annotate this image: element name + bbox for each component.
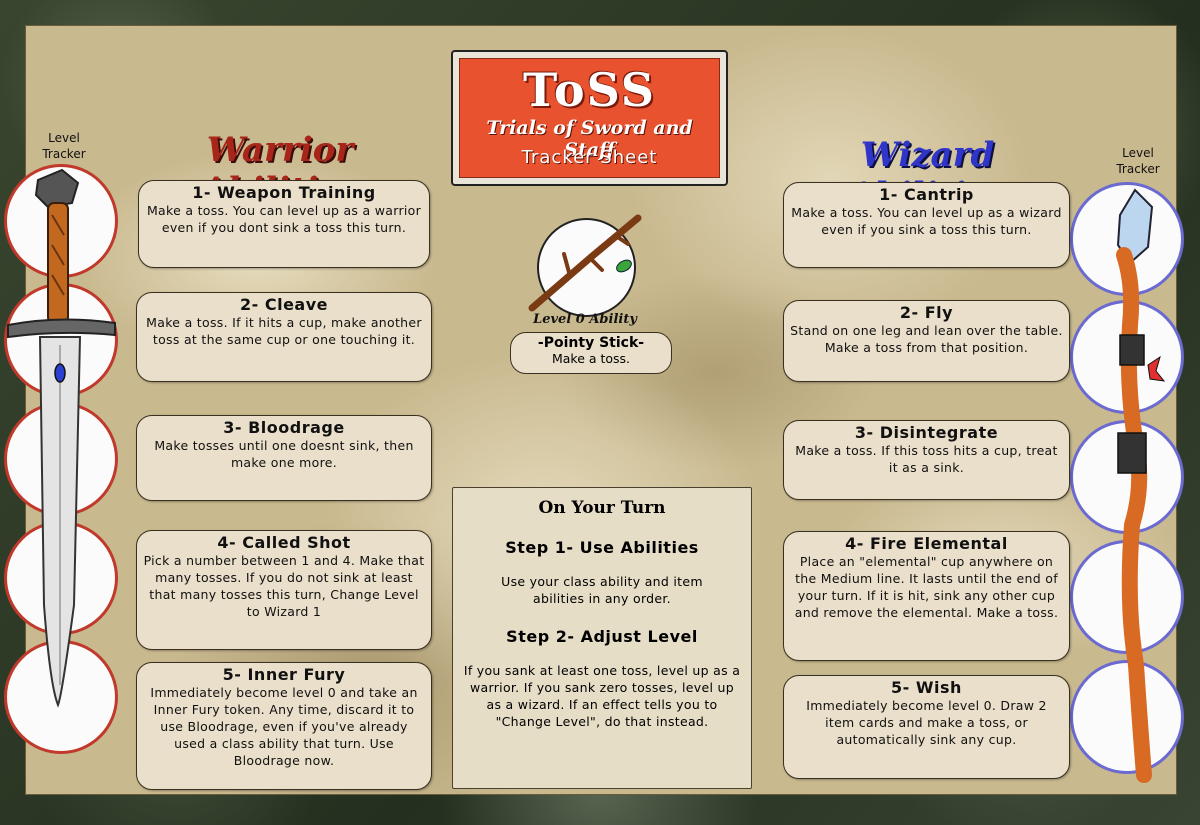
wizard-ability-2[interactable]: 2- Fly Stand on one leg and lean over th… <box>783 300 1070 382</box>
warrior-ability-2[interactable]: 2- Cleave Make a toss. If it hits a cup,… <box>136 292 432 382</box>
sheet-label: Tracker Sheet <box>521 147 658 168</box>
step-1-title: Step 1- Use Abilities <box>505 538 699 557</box>
level-0-ability[interactable]: -Pointy Stick- Make a toss. <box>510 332 672 374</box>
ability-title: 3- Bloodrage <box>223 418 345 437</box>
ability-text: Immediately become level 0 and take an I… <box>150 685 418 768</box>
ability-title: -Pointy Stick- <box>537 335 645 351</box>
ability-text: Make a toss. You can level up as a wizar… <box>791 205 1062 237</box>
warrior-ability-1[interactable]: 1- Weapon Training Make a toss. You can … <box>138 180 430 268</box>
warrior-tracker-label: Level Tracker <box>42 131 86 161</box>
stick-icon <box>528 214 642 312</box>
step-1-text: Use your class ability and item abilitie… <box>501 574 703 606</box>
ability-title: 5- Wish <box>891 678 962 697</box>
staff-icon <box>1116 188 1166 783</box>
warrior-ability-4[interactable]: 4- Called Shot Pick a number between 1 a… <box>136 530 432 650</box>
turn-box: On Your Turn Step 1- Use Abilities Use y… <box>452 487 752 789</box>
ability-title: 4- Fire Elemental <box>845 534 1008 553</box>
ability-title: 1- Weapon Training <box>192 183 376 202</box>
step-2-title: Step 2- Adjust Level <box>506 627 698 646</box>
ability-title: 3- Disintegrate <box>854 423 999 442</box>
title-banner: ToSS Trials of Sword and Staff Tracker S… <box>459 58 720 178</box>
ability-text: Make a toss. If this toss hits a cup, tr… <box>795 443 1058 475</box>
ability-title: 2- Cleave <box>240 295 328 314</box>
step-2-text: If you sank at least one toss, level up … <box>463 663 741 729</box>
ability-text: Place an "elemental" cup anywhere on the… <box>794 554 1059 620</box>
sword-icon <box>7 168 116 708</box>
wizard-tracker-label: Level Tracker <box>1116 146 1160 176</box>
ability-text: Make a toss. <box>551 351 631 366</box>
ability-text: Pick a number between 1 and 4. Make that… <box>143 553 425 619</box>
game-title: ToSS <box>522 63 657 117</box>
warrior-ability-3[interactable]: 3- Bloodrage Make tosses until one doesn… <box>136 415 432 501</box>
title-box: ToSS Trials of Sword and Staff Tracker S… <box>451 50 728 186</box>
wizard-ability-4[interactable]: 4- Fire Elemental Place an "elemental" c… <box>783 531 1070 661</box>
turn-heading: On Your Turn <box>538 498 666 518</box>
ability-text: Make a toss. You can level up as a warri… <box>146 203 422 235</box>
level-0-label: Level 0 Ability <box>533 312 637 327</box>
ability-text: Stand on one leg and lean over the table… <box>790 323 1063 355</box>
ability-text: Make tosses until one doesnt sink, then … <box>154 438 414 470</box>
ability-text: Make a toss. If it hits a cup, make anot… <box>146 315 422 347</box>
ability-title: 1- Cantrip <box>879 185 974 204</box>
ability-text: Immediately become level 0. Draw 2 item … <box>806 698 1047 747</box>
wizard-ability-3[interactable]: 3- Disintegrate Make a toss. If this tos… <box>783 420 1070 500</box>
wizard-ability-5[interactable]: 5- Wish Immediately become level 0. Draw… <box>783 675 1070 779</box>
ability-title: 5- Inner Fury <box>222 665 346 684</box>
wizard-ability-1[interactable]: 1- Cantrip Make a toss. You can level up… <box>783 182 1070 268</box>
ability-title: 4- Called Shot <box>217 533 351 552</box>
ability-title: 2- Fly <box>899 303 954 322</box>
warrior-ability-5[interactable]: 5- Inner Fury Immediately become level 0… <box>136 662 432 790</box>
